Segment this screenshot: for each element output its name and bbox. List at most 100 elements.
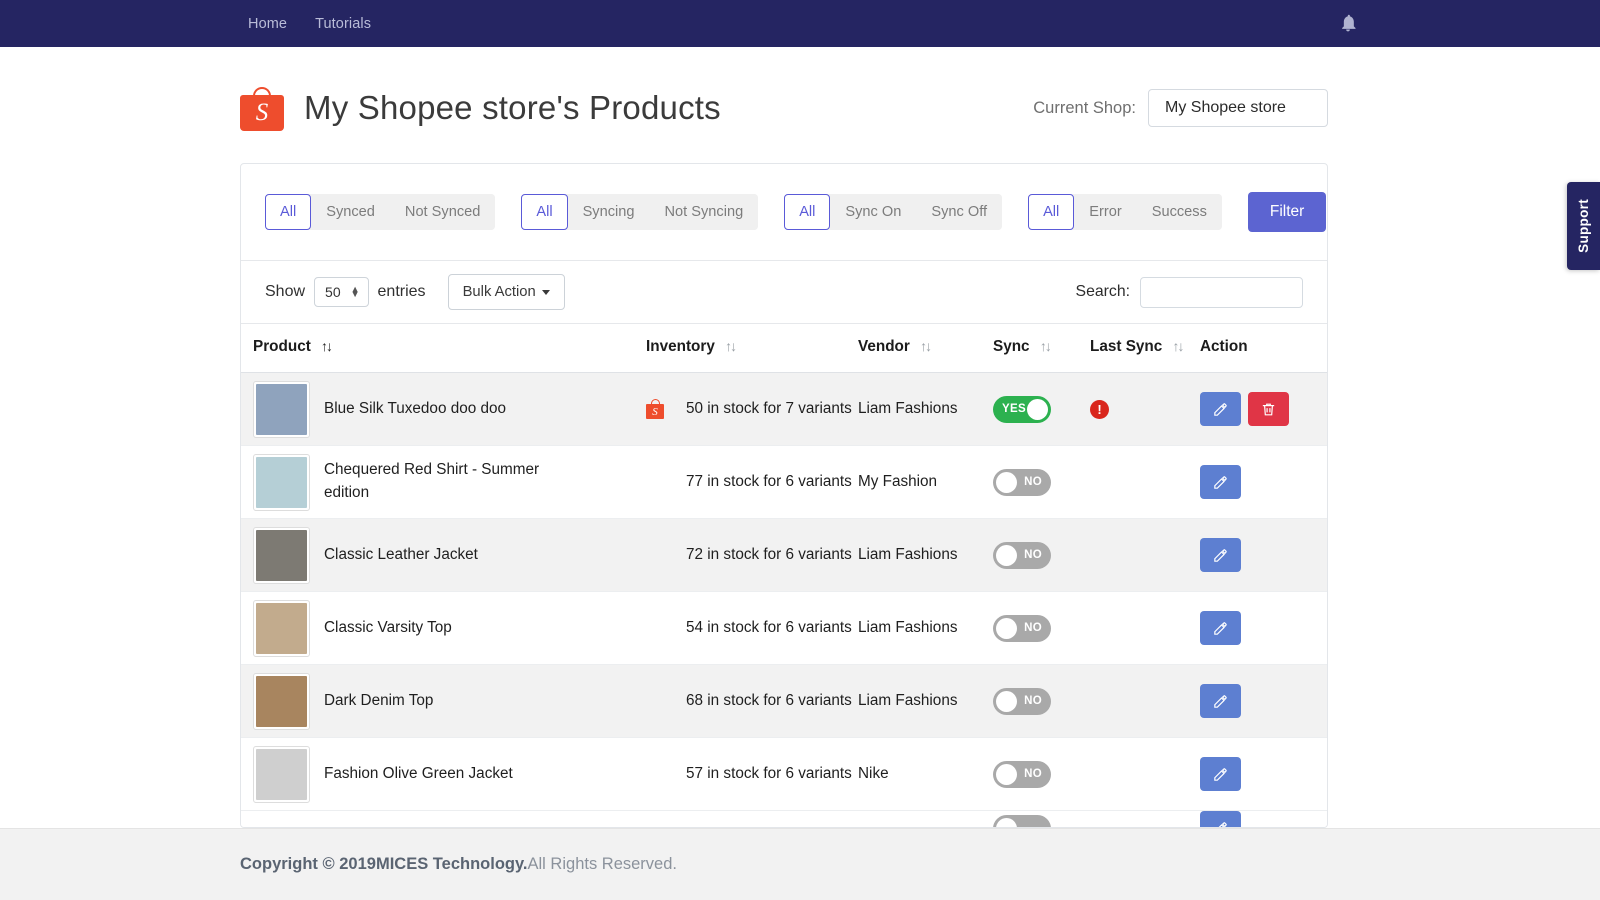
filter-syncing-not-syncing[interactable]: Not Syncing — [650, 194, 759, 230]
cell-product: Chequered Red Shirt - Summer edition — [241, 446, 646, 519]
filter-syncing-syncing[interactable]: Syncing — [568, 194, 650, 230]
sync-toggle-knob — [1027, 399, 1048, 420]
cell-sync — [993, 811, 1090, 829]
delete-button[interactable] — [1248, 392, 1289, 426]
sync-toggle-knob — [996, 618, 1017, 639]
col-header-sync[interactable]: Sync ↑↓ — [993, 324, 1090, 373]
edit-button[interactable] — [1200, 538, 1241, 572]
cell-last-sync — [1090, 519, 1200, 592]
edit-button[interactable] — [1200, 811, 1241, 828]
table-row: Classic Varsity Top 54 in stock for 6 var… — [241, 592, 1328, 665]
footer-rights: All Rights Reserved. — [528, 855, 677, 874]
filter-sync-status-synced[interactable]: Synced — [311, 194, 390, 230]
sync-toggle-label: NO — [1024, 768, 1042, 780]
table-row: Chequered Red Shirt - Summer edition 77 i… — [241, 446, 1328, 519]
cell-vendor: Liam Fashions — [858, 665, 993, 738]
page-title: My Shopee store's Products — [304, 89, 721, 127]
show-label: Show — [265, 283, 305, 301]
col-header-product-label: Product — [253, 338, 311, 355]
sync-toggle[interactable]: YES — [993, 396, 1051, 423]
cell-inventory: S50 in stock for 7 variants — [646, 373, 858, 446]
filter-button[interactable]: Filter — [1248, 192, 1326, 232]
sort-arrows-icon: ↑↓ — [725, 338, 735, 354]
support-tab[interactable]: Support — [1567, 182, 1600, 270]
products-table: Product ↑↓ Inventory ↑↓ Vendor ↑↓ Sync ↑… — [241, 323, 1328, 828]
edit-button[interactable] — [1200, 757, 1241, 791]
search-input[interactable] — [1140, 277, 1303, 308]
filter-switch-sync-on[interactable]: Sync On — [830, 194, 916, 230]
bulk-action-button[interactable]: Bulk Action — [448, 274, 565, 310]
cell-sync: NO — [993, 446, 1090, 519]
col-header-action-label: Action — [1200, 338, 1248, 355]
edit-button[interactable] — [1200, 392, 1241, 426]
footer-copyright: Copyright © 2019 — [240, 855, 376, 874]
cell-product: Classic Leather Jacket — [241, 519, 646, 592]
col-header-action: Action — [1200, 324, 1328, 373]
cell-vendor — [858, 811, 993, 829]
footer-company: MICES Technology. — [376, 855, 528, 874]
inventory-text: 77 in stock for 6 variants — [686, 473, 852, 491]
nav-link-tutorials[interactable]: Tutorials — [315, 16, 371, 32]
cell-product: Dark Denim Top — [241, 665, 646, 738]
cell-sync: YES — [993, 373, 1090, 446]
cell-vendor: Nike — [858, 738, 993, 811]
sync-toggle[interactable]: NO — [993, 615, 1051, 642]
products-card: All Synced Not Synced All Syncing Not Sy… — [240, 163, 1328, 828]
col-header-inventory[interactable]: Inventory ↑↓ — [646, 324, 858, 373]
product-thumbnail — [253, 746, 310, 803]
filter-syncing-all[interactable]: All — [521, 194, 567, 230]
cell-sync: NO — [993, 592, 1090, 665]
cell-action — [1200, 738, 1328, 811]
edit-button[interactable] — [1200, 684, 1241, 718]
filter-result-success[interactable]: Success — [1137, 194, 1222, 230]
sync-toggle[interactable]: NO — [993, 688, 1051, 715]
cell-last-sync — [1090, 592, 1200, 665]
shopee-bag-icon: S — [240, 85, 284, 131]
edit-button[interactable] — [1200, 611, 1241, 645]
current-shop-label: Current Shop: — [1033, 99, 1136, 118]
product-name: Blue Silk Tuxedoo doo doo — [324, 398, 506, 421]
col-header-product[interactable]: Product ↑↓ — [241, 324, 646, 373]
filter-result-all[interactable]: All — [1028, 194, 1074, 230]
cell-vendor: My Fashion — [858, 446, 993, 519]
sync-toggle[interactable]: NO — [993, 542, 1051, 569]
table-header-row: Product ↑↓ Inventory ↑↓ Vendor ↑↓ Sync ↑… — [241, 324, 1328, 373]
col-header-last-sync[interactable]: Last Sync ↑↓ — [1090, 324, 1200, 373]
nav-link-home[interactable]: Home — [248, 16, 287, 32]
filter-switch-all[interactable]: All — [784, 194, 830, 230]
sync-toggle[interactable]: NO — [993, 761, 1051, 788]
sync-toggle[interactable] — [993, 815, 1051, 829]
filter-bar: All Synced Not Synced All Syncing Not Sy… — [241, 164, 1327, 261]
bell-icon[interactable] — [1338, 13, 1358, 33]
col-header-inventory-label: Inventory — [646, 338, 715, 355]
sync-toggle-label: NO — [1024, 695, 1042, 707]
error-icon[interactable]: ! — [1090, 400, 1109, 419]
product-name: Dark Denim Top — [324, 690, 433, 713]
filter-sync-status-all[interactable]: All — [265, 194, 311, 230]
col-header-last-sync-label: Last Sync — [1090, 338, 1162, 355]
sync-toggle[interactable]: NO — [993, 469, 1051, 496]
cell-last-sync — [1090, 665, 1200, 738]
search-group: Search: — [1076, 277, 1303, 308]
table-head: Product ↑↓ Inventory ↑↓ Vendor ↑↓ Sync ↑… — [241, 324, 1328, 373]
entries-select[interactable]: 50 ▲▼ — [314, 277, 369, 307]
inventory-text: 54 in stock for 6 variants — [686, 619, 852, 637]
product-name: Fashion Olive Green Jacket — [324, 763, 513, 786]
filter-switch-sync-off[interactable]: Sync Off — [916, 194, 1002, 230]
col-header-vendor[interactable]: Vendor ↑↓ — [858, 324, 993, 373]
filter-sync-status-not-synced[interactable]: Not Synced — [390, 194, 495, 230]
cell-action — [1200, 811, 1328, 829]
product-thumbnail — [253, 454, 310, 511]
cell-product: Classic Varsity Top — [241, 592, 646, 665]
cell-action — [1200, 519, 1328, 592]
cell-sync: NO — [993, 738, 1090, 811]
sync-toggle-label: NO — [1024, 622, 1042, 634]
edit-button[interactable] — [1200, 465, 1241, 499]
cell-last-sync: ! — [1090, 373, 1200, 446]
current-shop-select[interactable]: My Shopee store — [1148, 89, 1328, 127]
product-name: Chequered Red Shirt - Summer edition — [324, 459, 574, 505]
filter-group-result-status: All Error Success — [1028, 194, 1222, 230]
cell-product: Fashion Olive Green Jacket — [241, 738, 646, 811]
page-footer: Copyright © 2019 MICES Technology. All R… — [0, 828, 1600, 900]
filter-result-error[interactable]: Error — [1074, 194, 1136, 230]
